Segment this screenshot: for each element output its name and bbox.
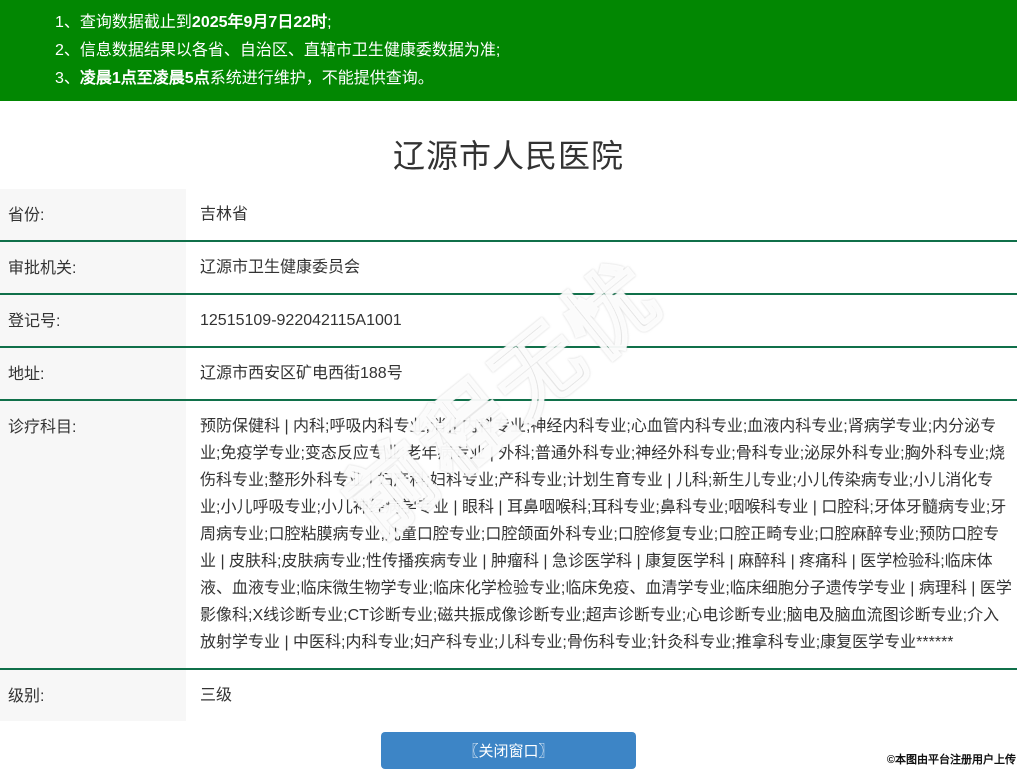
table-row-approval-authority: 审批机关: 辽源市卫生健康委员会 bbox=[0, 240, 1017, 293]
notice-text: 信息数据结果以各省、自治区、直辖市卫生健康委数据为准; bbox=[79, 42, 501, 59]
row-label: 诊疗科目: bbox=[0, 401, 186, 668]
row-value: 吉林省 bbox=[200, 206, 249, 223]
table-row-registration-number: 登记号: 12515109-922042115A1001 bbox=[0, 293, 1017, 346]
table-row-level: 级别: 三级 bbox=[0, 668, 1017, 721]
button-row: 〖关闭窗口〗 bbox=[0, 732, 1017, 769]
notice-line: 3、凌晨1点至凌晨5点系统进行维护，不能提供查询。 bbox=[55, 65, 1007, 93]
notice-number: 1、 bbox=[55, 14, 80, 31]
row-label: 省份: bbox=[0, 189, 186, 240]
notice-text: ; bbox=[327, 14, 332, 31]
page-title: 辽源市人民医院 bbox=[392, 138, 624, 174]
row-value: 辽源市西安区矿电西街188号 bbox=[200, 365, 403, 382]
row-label: 登记号: bbox=[0, 295, 186, 346]
row-value: 12515109-922042115A1001 bbox=[200, 312, 402, 329]
notice-text: 查询数据截止到 bbox=[79, 14, 192, 31]
row-label: 地址: bbox=[0, 348, 186, 399]
upload-copyright-note: ©本图由平台注册用户上传 bbox=[886, 754, 1016, 766]
row-value: 三级 bbox=[200, 687, 233, 704]
notice-line: 1、查询数据截止到2025年9月7日22时; bbox=[55, 9, 1007, 37]
notice-number: 2、 bbox=[55, 42, 80, 59]
hospital-info-table: 省份: 吉林省 审批机关: 辽源市卫生健康委员会 登记号: 12515109-9… bbox=[0, 189, 1017, 721]
notice-number: 3、 bbox=[55, 70, 80, 87]
table-row-medical-subjects: 诊疗科目: 预防保健科 | 内科;呼吸内科专业;消化内科专业;神经内科专业;心血… bbox=[0, 399, 1017, 668]
table-row-address: 地址: 辽源市西安区矿电西街188号 bbox=[0, 346, 1017, 399]
close-window-button[interactable]: 〖关闭窗口〗 bbox=[381, 732, 636, 769]
row-label: 级别: bbox=[0, 670, 186, 721]
notice-banner: 1、查询数据截止到2025年9月7日22时; 2、信息数据结果以各省、自治区、直… bbox=[0, 0, 1017, 101]
notice-line: 2、信息数据结果以各省、自治区、直辖市卫生健康委数据为准; bbox=[55, 37, 1007, 65]
notice-text-bold: 凌晨1点至凌晨5点 bbox=[79, 70, 210, 87]
row-value: 预防保健科 | 内科;呼吸内科专业;消化内科专业;神经内科专业;心血管内科专业;… bbox=[200, 418, 1012, 651]
row-value: 辽源市卫生健康委员会 bbox=[200, 259, 361, 276]
notice-text-bold: 2025年9月7日22时 bbox=[191, 14, 328, 31]
row-label: 审批机关: bbox=[0, 242, 186, 293]
table-row-province: 省份: 吉林省 bbox=[0, 189, 1017, 240]
notice-text: 系统进行维护，不能提供查询。 bbox=[209, 70, 434, 87]
